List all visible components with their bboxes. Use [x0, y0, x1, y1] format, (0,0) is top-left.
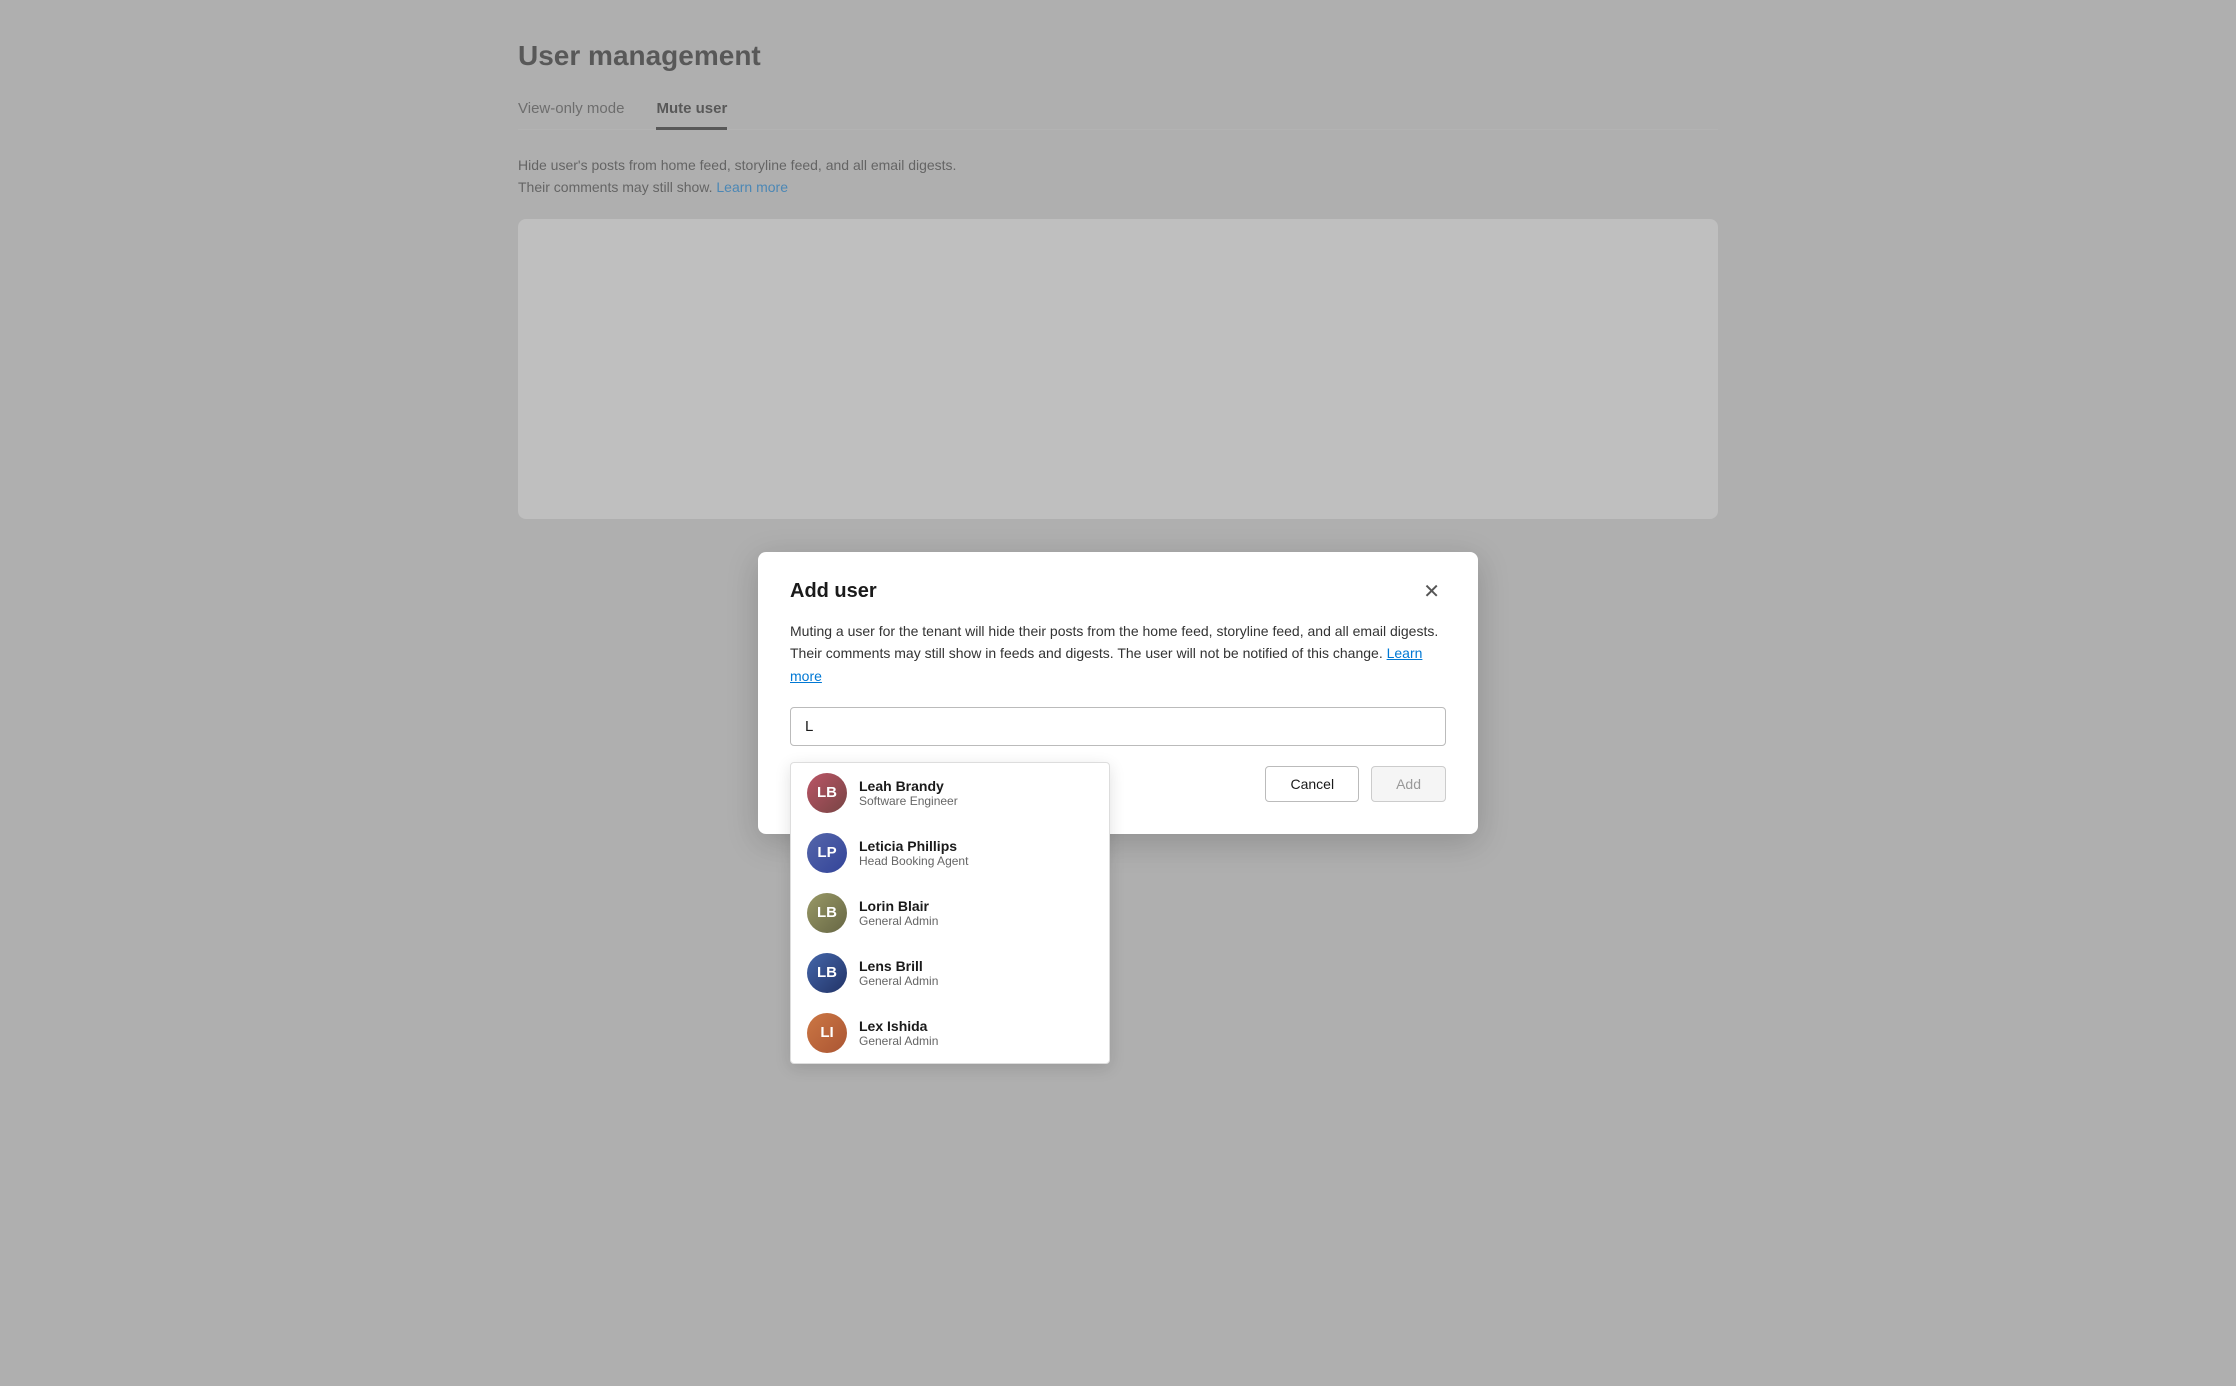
- modal-title: Add user: [790, 580, 877, 603]
- user-dropdown: LB Leah Brandy Software Engineer LP Leti…: [790, 762, 1110, 1064]
- close-modal-button[interactable]: ✕: [1417, 580, 1446, 604]
- user-name: Lens Brill: [859, 958, 938, 974]
- add-user-modal: Add user ✕ Muting a user for the tenant …: [758, 552, 1478, 834]
- modal-header: Add user ✕: [790, 580, 1446, 604]
- user-name: Lex Ishida: [859, 1018, 938, 1034]
- add-button[interactable]: Add: [1371, 766, 1446, 802]
- list-item[interactable]: LB Lorin Blair General Admin: [791, 883, 1109, 943]
- avatar: LI: [807, 1013, 847, 1053]
- user-name: Leah Brandy: [859, 778, 958, 794]
- user-role: General Admin: [859, 914, 938, 928]
- list-item[interactable]: LB Lens Brill General Admin: [791, 943, 1109, 1003]
- user-name: Lorin Blair: [859, 898, 938, 914]
- avatar: LP: [807, 833, 847, 873]
- cancel-button[interactable]: Cancel: [1265, 766, 1359, 802]
- list-item[interactable]: LB Leah Brandy Software Engineer: [791, 763, 1109, 823]
- user-role: Head Booking Agent: [859, 854, 968, 868]
- user-name: Leticia Phillips: [859, 838, 968, 854]
- modal-overlay: Add user ✕ Muting a user for the tenant …: [0, 0, 2236, 1386]
- user-role: General Admin: [859, 1034, 938, 1048]
- user-role: Software Engineer: [859, 794, 958, 808]
- user-search-input[interactable]: [790, 707, 1446, 746]
- avatar: LB: [807, 773, 847, 813]
- user-role: General Admin: [859, 974, 938, 988]
- list-item[interactable]: LP Leticia Phillips Head Booking Agent: [791, 823, 1109, 883]
- avatar: LB: [807, 953, 847, 993]
- modal-description: Muting a user for the tenant will hide t…: [790, 620, 1446, 687]
- avatar: LB: [807, 893, 847, 933]
- list-item[interactable]: LI Lex Ishida General Admin: [791, 1003, 1109, 1063]
